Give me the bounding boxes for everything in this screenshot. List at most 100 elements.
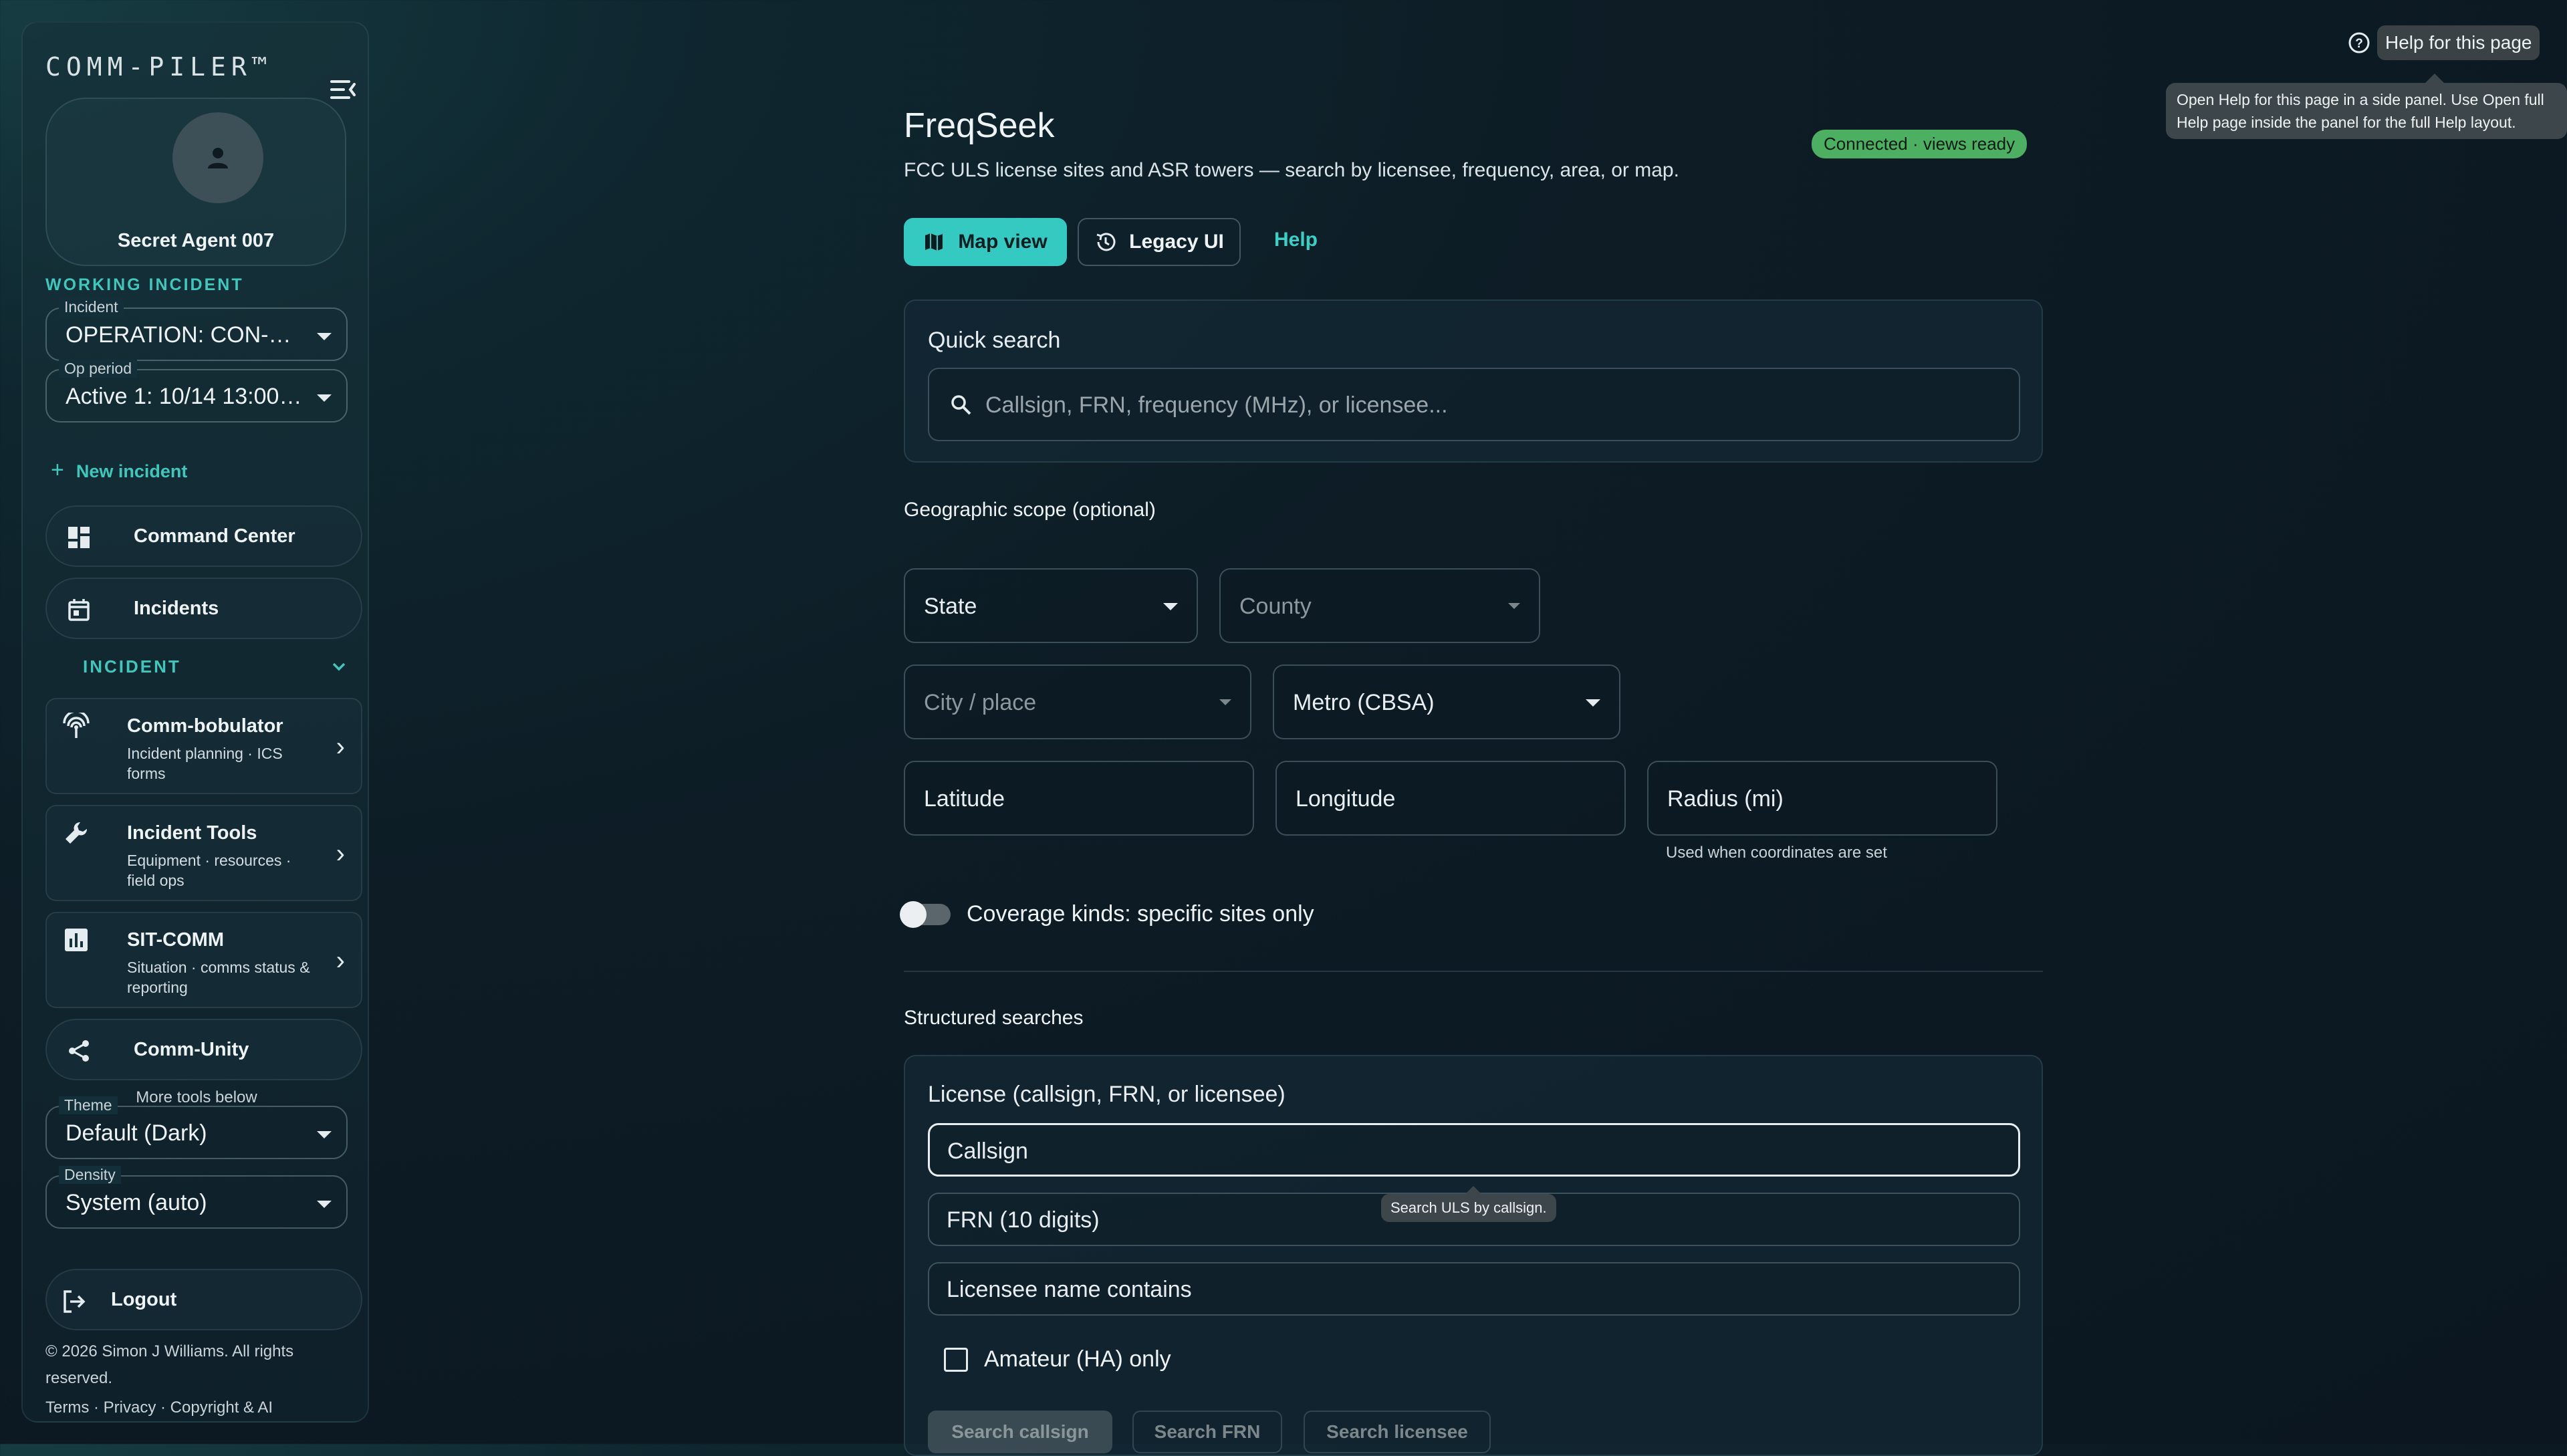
toggle-knob: [900, 901, 927, 928]
logout-button[interactable]: Logout: [45, 1269, 362, 1330]
wrench-icon: [63, 820, 90, 846]
page-subtitle: FCC ULS license sites and ASR towers — s…: [904, 159, 1679, 181]
tool-sit-comm[interactable]: SIT-COMM Situation · comms status & repo…: [45, 912, 362, 1008]
tool-subtitle: Incident planning · ICS forms: [127, 745, 283, 782]
county-select[interactable]: County: [1219, 568, 1540, 643]
quick-search-panel: Quick search: [904, 299, 2043, 463]
dropdown-caret-icon: [1508, 603, 1520, 609]
nav-label: Comm-Unity: [134, 1039, 249, 1060]
search-icon: [949, 393, 973, 417]
dropdown-caret-icon: [317, 1131, 332, 1138]
incident-select[interactable]: Incident OPERATION: CON-SP...: [45, 298, 348, 361]
tool-comm-bobulator[interactable]: Comm-bobulator Incident planning · ICS f…: [45, 698, 362, 794]
radius-field[interactable]: Radius (mi): [1647, 761, 1997, 836]
footer-links[interactable]: Terms · Privacy · Copyright & AI: [45, 1399, 273, 1417]
chevron-right-icon: ›: [336, 732, 345, 761]
latitude-field[interactable]: Latitude: [904, 761, 1254, 836]
tool-title: SIT-COMM: [127, 929, 224, 951]
theme-select[interactable]: Theme Default (Dark): [45, 1096, 348, 1159]
profile-card[interactable]: Secret Agent 007: [45, 98, 346, 266]
tool-subtitle: Equipment · resources · field ops: [127, 852, 291, 889]
share-icon: [67, 1039, 91, 1063]
search-frn-button[interactable]: Search FRN: [1132, 1411, 1282, 1453]
broadcast-icon: [63, 710, 90, 739]
state-select[interactable]: State: [904, 568, 1198, 643]
history-icon: [1096, 233, 1116, 251]
status-badge: Connected · views ready: [1812, 130, 2028, 158]
nav-comm-unity[interactable]: Comm-Unity: [45, 1019, 362, 1080]
bar-chart-icon: [63, 927, 90, 953]
new-incident-button[interactable]: + New incident: [51, 457, 187, 483]
working-incident-label: WORKING INCIDENT: [45, 275, 244, 294]
help-for-page[interactable]: ? Help for this page: [2348, 25, 2540, 60]
geographic-scope-title: Geographic scope (optional): [904, 499, 1156, 521]
structured-searches-title: Structured searches: [904, 1007, 1084, 1029]
state-select-label: State: [924, 594, 977, 619]
licensee-label: Licensee name contains: [947, 1277, 1192, 1302]
section-divider: [904, 971, 2043, 972]
quick-search-box[interactable]: [928, 368, 2020, 441]
metro-select[interactable]: Metro (CBSA): [1273, 664, 1620, 739]
logout-label: Logout: [111, 1289, 177, 1310]
incident-select-label: Incident: [59, 298, 124, 316]
op-period-select-label: Op period: [59, 360, 138, 378]
nav-command-center[interactable]: Command Center: [45, 505, 362, 567]
dropdown-caret-icon: [1219, 699, 1231, 705]
tool-title: Comm-bobulator: [127, 715, 283, 737]
incident-section-header[interactable]: INCIDENT: [83, 656, 181, 677]
theme-select-label: Theme: [59, 1096, 118, 1114]
chevron-right-icon: ›: [336, 946, 345, 975]
density-select-value: System (auto): [66, 1190, 207, 1215]
logout-icon: [62, 1289, 87, 1314]
coverage-toggle[interactable]: [900, 901, 951, 928]
callsign-label: Callsign: [947, 1138, 1028, 1164]
tool-subtitle: Situation · comms status & reporting: [127, 959, 310, 996]
longitude-field[interactable]: Longitude: [1275, 761, 1626, 836]
legacy-ui-label: Legacy UI: [1129, 231, 1224, 253]
amateur-only-checkbox[interactable]: [944, 1348, 968, 1372]
radius-helper-text: Used when coordinates are set: [1666, 844, 1887, 862]
help-link[interactable]: Help: [1274, 229, 1318, 251]
collapse-sidebar-icon[interactable]: [329, 76, 358, 103]
dropdown-caret-icon: [317, 394, 332, 402]
map-icon: [925, 233, 943, 251]
plus-icon: +: [51, 457, 64, 483]
dropdown-caret-icon: [1163, 603, 1178, 610]
legacy-ui-button[interactable]: Legacy UI: [1078, 218, 1241, 266]
help-tooltip: Open Help for this page in a side panel.…: [2166, 74, 2567, 139]
dropdown-caret-icon: [1586, 699, 1600, 707]
calendar-icon: [67, 598, 91, 622]
metro-select-label: Metro (CBSA): [1293, 690, 1435, 715]
tool-incident-tools[interactable]: Incident Tools Equipment · resources · f…: [45, 805, 362, 901]
person-icon: [208, 148, 228, 168]
map-view-button[interactable]: Map view: [904, 218, 1067, 266]
quick-search-input[interactable]: [984, 385, 2000, 425]
page-title: FreqSeek: [904, 106, 1055, 145]
dropdown-caret-icon: [317, 1201, 332, 1208]
search-callsign-button[interactable]: Search callsign: [928, 1411, 1112, 1453]
callsign-input[interactable]: Callsign: [928, 1123, 2020, 1177]
search-licensee-button[interactable]: Search licensee: [1304, 1411, 1491, 1453]
city-select[interactable]: City / place: [904, 664, 1251, 739]
city-select-label: City / place: [924, 690, 1037, 715]
svg-text:?: ?: [2355, 37, 2363, 51]
density-select[interactable]: Density System (auto): [45, 1166, 348, 1229]
latitude-label: Latitude: [924, 786, 1005, 812]
density-select-label: Density: [59, 1166, 121, 1184]
longitude-label: Longitude: [1296, 786, 1396, 812]
quick-search-label: Quick search: [928, 328, 1061, 353]
help-for-page-button[interactable]: Help for this page: [2377, 25, 2540, 60]
licensee-input[interactable]: Licensee name contains: [928, 1262, 2020, 1316]
incident-select-value: OPERATION: CON-SP...: [66, 322, 306, 348]
dashboard-icon: [67, 525, 91, 550]
chevron-down-icon[interactable]: [332, 659, 346, 674]
map-view-label: Map view: [958, 231, 1048, 253]
coverage-toggle-label: Coverage kinds: specific sites only: [967, 901, 1314, 927]
help-circle-icon[interactable]: ?: [2348, 31, 2370, 54]
op-period-select[interactable]: Op period Active 1: 10/14 13:00–...: [45, 360, 348, 422]
radius-label: Radius (mi): [1667, 786, 1784, 812]
chevron-right-icon: ›: [336, 839, 345, 868]
license-search-label: License (callsign, FRN, or licensee): [928, 1082, 1286, 1107]
nav-label: Command Center: [134, 525, 295, 547]
nav-incidents[interactable]: Incidents: [45, 578, 362, 639]
